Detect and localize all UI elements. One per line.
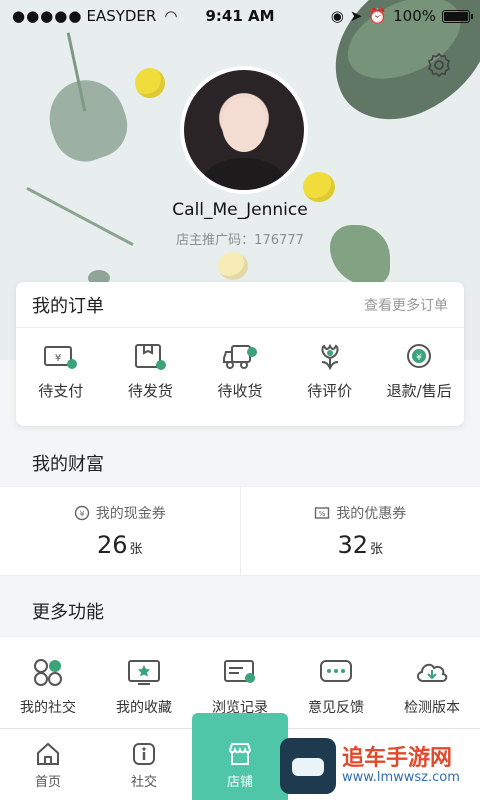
tab-shop[interactable]: 店铺 — [192, 713, 288, 800]
avatar[interactable] — [180, 66, 308, 194]
feature-favorites[interactable]: 我的收藏 — [96, 637, 192, 730]
order-label: 待发货 — [127, 382, 173, 400]
feature-check-version[interactable]: 检测版本 — [384, 637, 480, 730]
cash-voucher-label: 我的现金券 — [95, 506, 166, 522]
order-refund[interactable]: ¥ 退款/售后 — [379, 342, 459, 401]
signal-icon: ●●●●● — [12, 7, 83, 25]
feature-social[interactable]: 我的社交 — [0, 637, 96, 730]
lock-icon: ◉ — [330, 7, 344, 25]
discount-coupon-label: 我的优惠券 — [336, 506, 407, 522]
feature-feedback[interactable]: 意见反馈 — [288, 637, 384, 730]
feedback-icon — [320, 660, 352, 682]
svg-text:¥: ¥ — [55, 353, 61, 364]
truck-icon — [222, 345, 257, 369]
cash-voucher[interactable]: ¥ 我的现金券 26 张 — [0, 487, 240, 575]
orders-title: 我的订单 — [32, 295, 104, 317]
feature-label: 意见反馈 — [308, 700, 364, 716]
unit-label: 张 — [370, 542, 384, 557]
unit-label: 张 — [129, 542, 143, 557]
decor-leaf — [38, 69, 137, 171]
history-icon — [224, 660, 255, 683]
home-icon — [37, 742, 59, 765]
wealth-title: 我的财富 — [32, 454, 104, 475]
feature-label: 检测版本 — [404, 700, 460, 716]
watermark-logo — [280, 738, 336, 794]
info-icon — [133, 743, 155, 765]
battery-percent: 100% — [393, 7, 436, 25]
order-pending-shipment[interactable]: 待发货 — [110, 342, 190, 401]
cloud-download-icon — [417, 663, 448, 682]
cash-voucher-count: 26 — [96, 531, 128, 559]
tab-social[interactable]: 社交 — [96, 729, 192, 800]
refund-icon: ¥ — [407, 344, 432, 368]
tab-label: 首页 — [34, 775, 61, 790]
order-label: 待评价 — [307, 382, 353, 400]
alarm-icon: ⏰ — [368, 7, 388, 25]
svg-text:¥: ¥ — [416, 353, 422, 363]
social-icon — [34, 659, 62, 686]
tab-label: 店铺 — [226, 775, 253, 790]
cash-icon: ¥ — [74, 505, 89, 521]
wallet-icon: ¥ — [43, 346, 77, 369]
promo-code: 店主推广码：176777 — [176, 233, 304, 248]
orders-card: 我的订单 查看更多订单 ¥ 待支付 待发货 待收货 待评价 ¥ 退款/售后 — [16, 282, 464, 426]
order-pending-review[interactable]: 待评价 — [290, 342, 370, 401]
battery-icon — [442, 9, 473, 23]
order-label: 待收货 — [217, 382, 263, 400]
package-icon — [135, 344, 167, 370]
shop-icon — [228, 743, 252, 765]
svg-text:%: % — [319, 510, 326, 518]
feature-label: 我的收藏 — [116, 700, 172, 716]
discount-coupon[interactable]: % 我的优惠券 32 张 — [239, 487, 480, 575]
carrier-name: EASYDER — [86, 7, 157, 25]
order-label: 退款/售后 — [386, 382, 452, 400]
order-pending-payment[interactable]: ¥ 待支付 — [21, 342, 101, 401]
coupon-icon: % — [315, 507, 330, 519]
more-features-title: 更多功能 — [32, 602, 104, 623]
discount-coupon-count: 32 — [337, 531, 369, 559]
location-icon: ➤ — [349, 7, 363, 25]
status-bar: ●●●●● EASYDER ◠ 9:41 AM ◉ ➤ ⏰ 100% — [0, 0, 480, 32]
decor-lemon — [218, 252, 248, 280]
wealth-panel: ¥ 我的现金券 26 张 % 我的优惠券 32 张 — [0, 486, 480, 576]
order-pending-receipt[interactable]: 待收货 — [200, 342, 280, 401]
username: Call_Me_Jennice — [172, 200, 308, 220]
favorites-icon — [128, 660, 160, 685]
settings-gear-icon[interactable] — [426, 52, 452, 78]
decor-lemon — [135, 68, 165, 98]
flower-icon — [321, 343, 339, 371]
site-watermark: 追车手游网 www.lmwwsz.com — [280, 734, 476, 798]
watermark-text: 追车手游网 — [342, 745, 453, 771]
tab-home[interactable]: 首页 — [0, 729, 96, 800]
svg-text:¥: ¥ — [79, 510, 84, 519]
tab-label: 社交 — [130, 775, 157, 790]
decor-lemon — [303, 172, 335, 202]
view-more-orders-link[interactable]: 查看更多订单 — [364, 295, 448, 315]
order-label: 待支付 — [38, 382, 84, 400]
feature-label: 我的社交 — [20, 700, 76, 716]
status-time: 9:41 AM — [205, 7, 275, 25]
wifi-icon: ◠ — [164, 7, 178, 25]
watermark-url: www.lmwwsz.com — [342, 769, 460, 785]
